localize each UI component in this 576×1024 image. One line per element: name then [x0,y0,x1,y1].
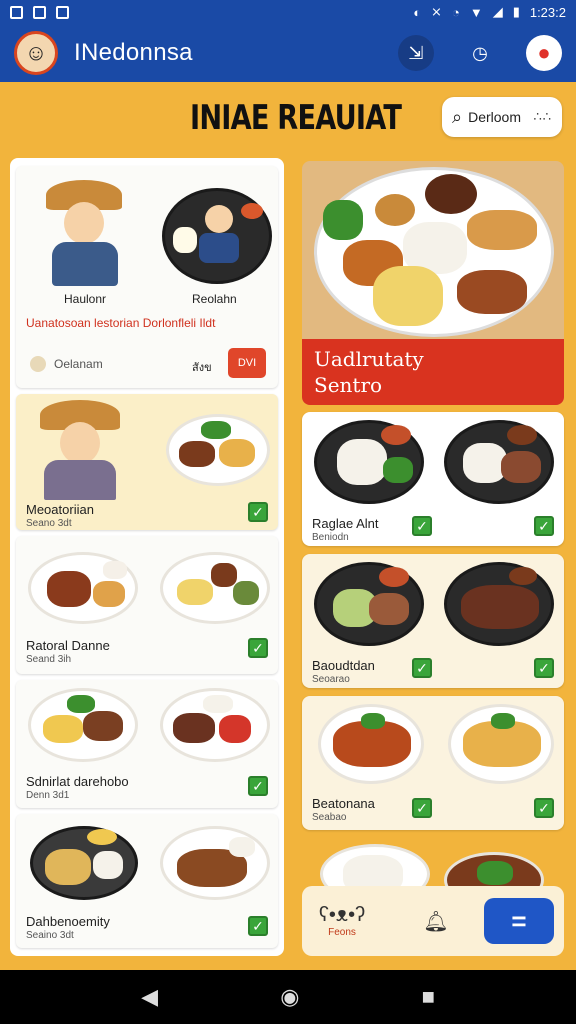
search-box[interactable]: ⌕ Derloom ∴∴ [442,97,562,137]
check-icon[interactable]: ✓ [248,502,268,522]
record-icon[interactable]: ● [526,35,562,71]
card-title: Ratoral Danne [26,638,110,653]
card-subtitle: Denn 3d1 [26,790,70,801]
card-subtitle: Seano 3dt [26,518,72,529]
battery-icon: ▮ [512,4,520,19]
menu-card[interactable]: Baoudtdan Seoarao ✓ ✓ [302,554,564,688]
card-subtitle: Seabao [312,812,347,823]
status-time: 1:23:2 [529,4,566,20]
menu-card[interactable]: Dahbenoemity Seaino 3dt ✓ [16,814,278,948]
card-caption-left: Haulonr [64,292,107,306]
dish-image [444,562,554,646]
menu-card[interactable]: Sdnirlat darehobo Denn 3d1 ✓ [16,680,278,808]
menu-card[interactable]: Beatonana Seabao ✓ ✓ [302,696,564,830]
card-tag: สังข [192,362,212,374]
home-icon[interactable]: ◉ [280,984,299,1010]
dish-image [160,826,270,900]
bottom-bar: ʕ•ᴥ•ʔ Feons 🔔︎ = [302,886,564,956]
card-title: Beatonana [312,796,375,811]
card-subtitle: Seoarao [312,674,350,685]
signal-icon: ◢ [492,4,503,19]
feons-tab[interactable]: ʕ•ᴥ•ʔ Feons [312,904,372,938]
status-bar: ◐ ⨯ ◔ ▼ ◢ ▮ 1:23:2 [0,0,576,24]
card-subtitle: Seand 3ih [26,654,72,665]
check-icon[interactable]: ✓ [534,658,554,678]
sim-icon [10,5,23,19]
card-title: Raglae Alnt [312,516,379,531]
hero-subtitle: Sentro [314,373,383,397]
dish-image [314,420,424,504]
dish-image [166,414,270,486]
check-icon[interactable]: ✓ [534,798,554,818]
dish-image [444,420,554,504]
dish-image [162,188,272,284]
bear-icon: ʕ•ᴥ•ʔ [318,904,366,926]
card-title: Baoudtdan [312,658,375,673]
vibrate-icon: ⨯ [431,4,442,19]
app-title: INedonnsa [74,39,193,66]
page-headline: INIAE REAUIAT [190,98,402,138]
collapse-icon[interactable]: ⇲ [398,35,434,71]
clock-icon[interactable]: ◷ [462,35,498,71]
dish-image [30,826,138,900]
card-title: Meoatoriian [26,502,94,517]
featured-card[interactable]: Haulonr Reolahn Uanatosoan lestorian Dor… [16,166,278,388]
more-icon[interactable]: ∴∴ [533,109,552,125]
menu-card[interactable]: Ratoral Danne Seand 3ih ✓ [16,536,278,674]
card-title: Dahbenoemity [26,914,110,929]
bell-icon: 🔔︎ [423,910,449,933]
left-panel: Haulonr Reolahn Uanatosoan lestorian Dor… [10,158,284,956]
card-red-title: Uanatosoan lestorian Dorlonfleli Ildt [26,316,216,330]
bag-icon [56,5,69,19]
notification-icon [33,5,46,19]
check-icon[interactable]: ✓ [412,798,432,818]
sync-icon: ◔ [451,4,460,20]
app-bar: ☺ INedonnsa ⇲ ◷ ● [0,24,576,82]
dvi-button[interactable]: DVI [228,348,266,378]
check-icon[interactable]: ✓ [248,776,268,796]
hero-title: Uadlrutaty [314,347,424,371]
hero-dish-image [314,167,554,337]
check-icon[interactable]: ✓ [248,916,268,936]
check-icon[interactable]: ✓ [248,638,268,658]
check-icon[interactable]: ✓ [534,516,554,536]
dish-image [314,562,424,646]
dish-image [28,552,138,624]
search-text: Derloom [468,109,521,125]
dish-image [160,688,270,762]
system-nav-bar: ◀ ◉ ■ [0,970,576,1024]
menu-card[interactable]: Raglae Alnt Beniodn ✓ ✓ [302,412,564,546]
person-illustration [46,180,126,286]
card-caption-right: Reolahn [192,292,237,306]
search-icon: ⌕ [452,106,463,127]
menu-button[interactable]: = [484,898,554,944]
dish-image [318,704,424,784]
dish-image [28,688,138,762]
nfc-icon: ◐ [413,4,422,20]
wifi-icon: ▼ [469,4,483,20]
hero-card[interactable]: Uadlrutaty Sentro [302,161,564,405]
card-subtitle: Beniodn [312,532,349,543]
check-icon[interactable]: ✓ [412,516,432,536]
logo-icon[interactable]: ☺ [14,31,58,75]
back-icon[interactable]: ◀ [141,984,158,1010]
recents-icon[interactable]: ■ [422,984,435,1010]
check-icon[interactable]: ✓ [412,658,432,678]
person-illustration [38,400,122,500]
menu-card[interactable]: Meoatoriian Seano 3dt ✓ [16,394,278,530]
location-icon [30,356,46,372]
notifications-tab[interactable]: 🔔︎ [406,909,466,934]
card-meta: Oelanam [30,356,103,372]
card-title: Sdnirlat darehobo [26,774,129,789]
dish-image [448,704,554,784]
dish-image [160,552,270,624]
card-subtitle: Seaino 3dt [26,930,74,941]
